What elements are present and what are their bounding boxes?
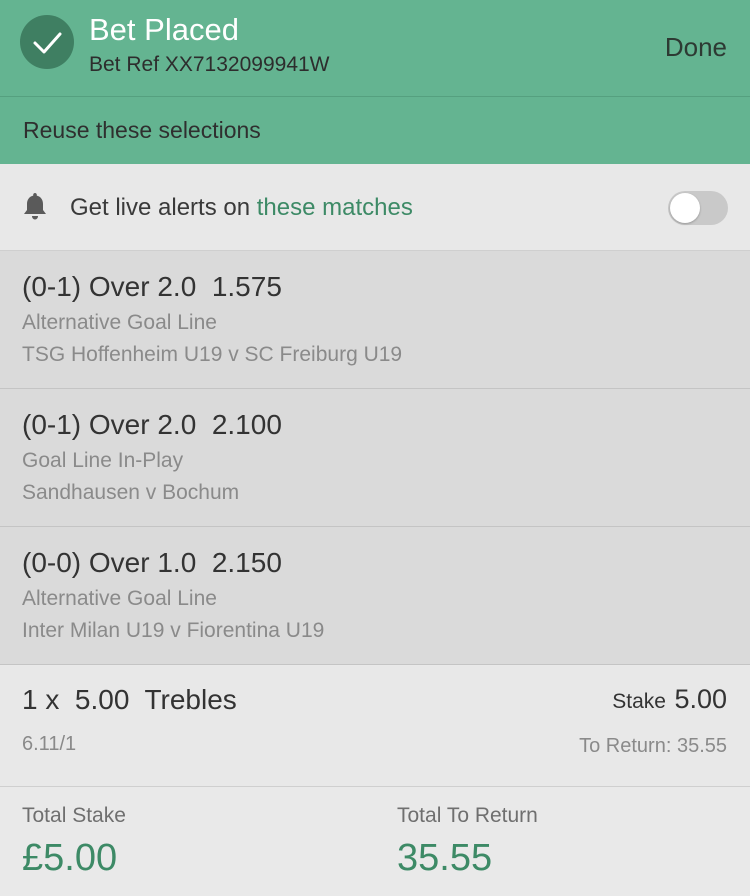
total-stake-label: Total Stake [22,804,126,827]
selection-event: Inter Milan U19 v Fiorentina U19 [22,619,325,642]
selection-market: Goal Line In-Play [22,449,184,472]
selection-line: (0-1) Over 2.0 1.575 [22,271,282,302]
live-alerts-row: Get live alerts on these matches [0,164,750,251]
reuse-selections-bar[interactable]: Reuse these selections [0,97,750,164]
selection-event: Sandhausen v Bochum [22,481,240,504]
bet-odds: 6.11/1 [22,733,77,755]
stake-line: Stake 5.00 [612,684,727,715]
toggle-knob [670,193,700,223]
live-alerts-toggle[interactable] [668,191,728,225]
total-return-label: Total To Return [397,804,538,827]
reuse-selections-button[interactable]: Reuse these selections [23,117,261,144]
live-alerts-label: Get live alerts on [70,194,257,221]
bet-reference: Bet Ref XX7132099941W [89,53,330,76]
checkmark-icon [20,15,74,69]
total-return-value: 35.55 [397,837,493,879]
selection-market: Alternative Goal Line [22,311,217,334]
bell-icon [22,191,48,226]
selection-line: (0-0) Over 1.0 2.150 [22,547,282,578]
selection-market: Alternative Goal Line [22,587,217,610]
selection-item: (0-0) Over 1.0 2.150 Alternative Goal Li… [0,527,750,665]
total-stake-value: £5.00 [22,837,118,879]
to-return: To Return: 35.55 [579,735,727,757]
totals-section: Total Stake £5.00 Total To Return 35.55 [0,787,750,896]
selection-item: (0-1) Over 2.0 2.100 Goal Line In-Play S… [0,389,750,527]
live-alerts-text: Get live alerts on these matches [70,194,413,222]
bet-placed-header: Bet Placed Bet Ref XX7132099941W Done [0,0,750,97]
selection-item: (0-1) Over 2.0 1.575 Alternative Goal Li… [0,251,750,389]
done-button[interactable]: Done [665,32,727,63]
page-title: Bet Placed [89,12,239,47]
selection-line: (0-1) Over 2.0 2.100 [22,409,282,440]
stake-value: 5.00 [674,684,727,714]
bet-type: 1 x 5.00 Trebles [22,684,237,715]
selection-event: TSG Hoffenheim U19 v SC Freiburg U19 [22,343,403,366]
stake-label: Stake [612,690,666,713]
these-matches-link[interactable]: these matches [257,194,413,221]
bet-summary: 1 x 5.00 Trebles 6.11/1 Stake 5.00 To Re… [0,666,750,787]
